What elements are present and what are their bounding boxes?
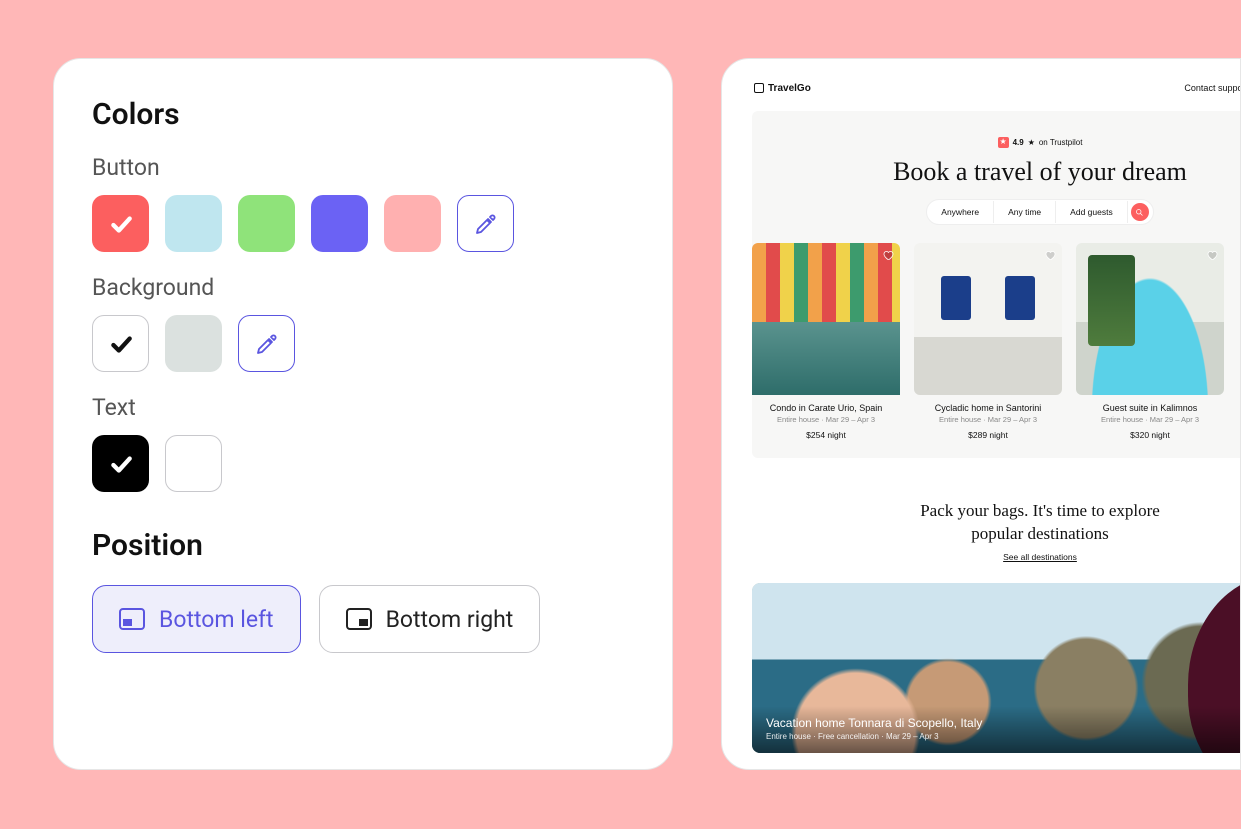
listing-image bbox=[914, 243, 1062, 395]
hero-section: ★ 4.9 ★ on Trustpilot Book a travel of y… bbox=[752, 111, 1241, 458]
logo-icon bbox=[754, 83, 764, 93]
colors-heading: Colors bbox=[92, 97, 634, 132]
destination-title: Vacation home Tonnara di Scopello, Italy bbox=[766, 716, 1241, 730]
preview-site: TravelGo Contact support My account › ★ … bbox=[740, 73, 1241, 753]
heart-icon[interactable] bbox=[1206, 249, 1218, 261]
destinations-title-line1: Pack your bags. It's time to explore bbox=[920, 501, 1160, 520]
listing-price: $254 night bbox=[752, 430, 900, 440]
preview-header: TravelGo Contact support My account › bbox=[740, 73, 1241, 111]
listing-title: Condo in Carate Urio, Spain bbox=[752, 403, 900, 413]
position-bottom-right-button[interactable]: Bottom right bbox=[319, 585, 541, 653]
hero-title: Book a travel of your dream bbox=[752, 157, 1241, 187]
background-color-custom[interactable] bbox=[238, 315, 295, 372]
listing-title: Cycladic home in Santorini bbox=[914, 403, 1062, 413]
background-color-row bbox=[92, 315, 634, 372]
settings-panel: Colors Button Background Text bbox=[53, 58, 673, 770]
search-when[interactable]: Any time bbox=[994, 201, 1056, 223]
position-bottom-left-icon bbox=[119, 608, 145, 630]
destination-subtitle: Entire house · Free cancellation · Mar 2… bbox=[766, 732, 1241, 741]
listing-card[interactable]: Guest suite in Kalimnos Entire house · M… bbox=[1076, 243, 1224, 440]
listing-row: Condo in Carate Urio, Spain Entire house… bbox=[752, 243, 1241, 440]
trustpilot-badge: ★ 4.9 ★ on Trustpilot bbox=[998, 137, 1083, 148]
button-color-custom[interactable] bbox=[457, 195, 514, 252]
eyedropper-icon bbox=[474, 212, 498, 236]
text-color-swatch-black[interactable] bbox=[92, 435, 149, 492]
preview-logo[interactable]: TravelGo bbox=[754, 83, 811, 94]
position-bottom-right-icon bbox=[346, 608, 372, 630]
trustpilot-suffix: on Trustpilot bbox=[1039, 138, 1083, 147]
listing-title: Guest suite in Kalimnos bbox=[1076, 403, 1224, 413]
search-who[interactable]: Add guests bbox=[1056, 201, 1128, 223]
button-color-swatch-red[interactable] bbox=[92, 195, 149, 252]
heart-icon[interactable] bbox=[1044, 249, 1056, 261]
search-bar[interactable]: Anywhere Any time Add guests bbox=[926, 199, 1153, 225]
listing-subtitle: Entire house · Mar 29 – Apr 3 bbox=[914, 415, 1062, 424]
position-row: Bottom left Bottom right bbox=[92, 585, 634, 653]
listing-price: $320 night bbox=[1076, 430, 1224, 440]
position-bottom-left-button[interactable]: Bottom left bbox=[92, 585, 301, 653]
destinations-section: Pack your bags. It's time to explore pop… bbox=[740, 500, 1241, 565]
destination-overlay: Vacation home Tonnara di Scopello, Italy… bbox=[752, 706, 1241, 753]
preview-panel: TravelGo Contact support My account › ★ … bbox=[721, 58, 1241, 770]
eyedropper-icon bbox=[255, 332, 279, 356]
see-all-destinations-link[interactable]: See all destinations bbox=[1003, 552, 1077, 562]
background-color-swatch-grey[interactable] bbox=[165, 315, 222, 372]
search-button[interactable] bbox=[1131, 203, 1149, 221]
search-icon bbox=[1135, 208, 1144, 217]
position-bottom-left-label: Bottom left bbox=[159, 606, 274, 633]
background-color-label: Background bbox=[92, 274, 634, 301]
star-icon: ★ bbox=[998, 137, 1009, 148]
text-color-row bbox=[92, 435, 634, 492]
button-color-swatch-green[interactable] bbox=[238, 195, 295, 252]
background-color-swatch-white[interactable] bbox=[92, 315, 149, 372]
button-color-swatch-pink[interactable] bbox=[384, 195, 441, 252]
contact-support-link[interactable]: Contact support bbox=[1184, 83, 1241, 93]
search-where[interactable]: Anywhere bbox=[927, 201, 994, 223]
text-color-label: Text bbox=[92, 394, 634, 421]
listing-image bbox=[752, 243, 900, 395]
trustpilot-rating: 4.9 bbox=[1013, 138, 1024, 147]
brand-name: TravelGo bbox=[768, 83, 811, 94]
button-color-swatch-lightblue[interactable] bbox=[165, 195, 222, 252]
destination-feature-card[interactable]: Vacation home Tonnara di Scopello, Italy… bbox=[752, 583, 1241, 753]
text-color-swatch-white[interactable] bbox=[165, 435, 222, 492]
listing-card[interactable]: Cycladic home in Santorini Entire house … bbox=[914, 243, 1062, 440]
listing-subtitle: Entire house · Mar 29 – Apr 3 bbox=[752, 415, 900, 424]
listing-price: $289 night bbox=[914, 430, 1062, 440]
listing-card[interactable]: Condo in Carate Urio, Spain Entire house… bbox=[752, 243, 900, 440]
star-glyph-small: ★ bbox=[1028, 138, 1035, 147]
button-color-label: Button bbox=[92, 154, 634, 181]
listing-subtitle: Entire house · Mar 29 – Apr 3 bbox=[1076, 415, 1224, 424]
position-heading: Position bbox=[92, 528, 634, 563]
heart-icon[interactable] bbox=[882, 249, 894, 261]
listing-image bbox=[1076, 243, 1224, 395]
button-color-swatch-indigo[interactable] bbox=[311, 195, 368, 252]
preview-nav: Contact support My account › bbox=[1184, 79, 1241, 97]
check-icon bbox=[108, 211, 134, 237]
destinations-title-line2: popular destinations bbox=[971, 524, 1108, 543]
button-color-row bbox=[92, 195, 634, 252]
check-icon bbox=[108, 331, 134, 357]
check-icon bbox=[108, 451, 134, 477]
position-bottom-right-label: Bottom right bbox=[386, 606, 514, 633]
destinations-title: Pack your bags. It's time to explore pop… bbox=[740, 500, 1241, 546]
